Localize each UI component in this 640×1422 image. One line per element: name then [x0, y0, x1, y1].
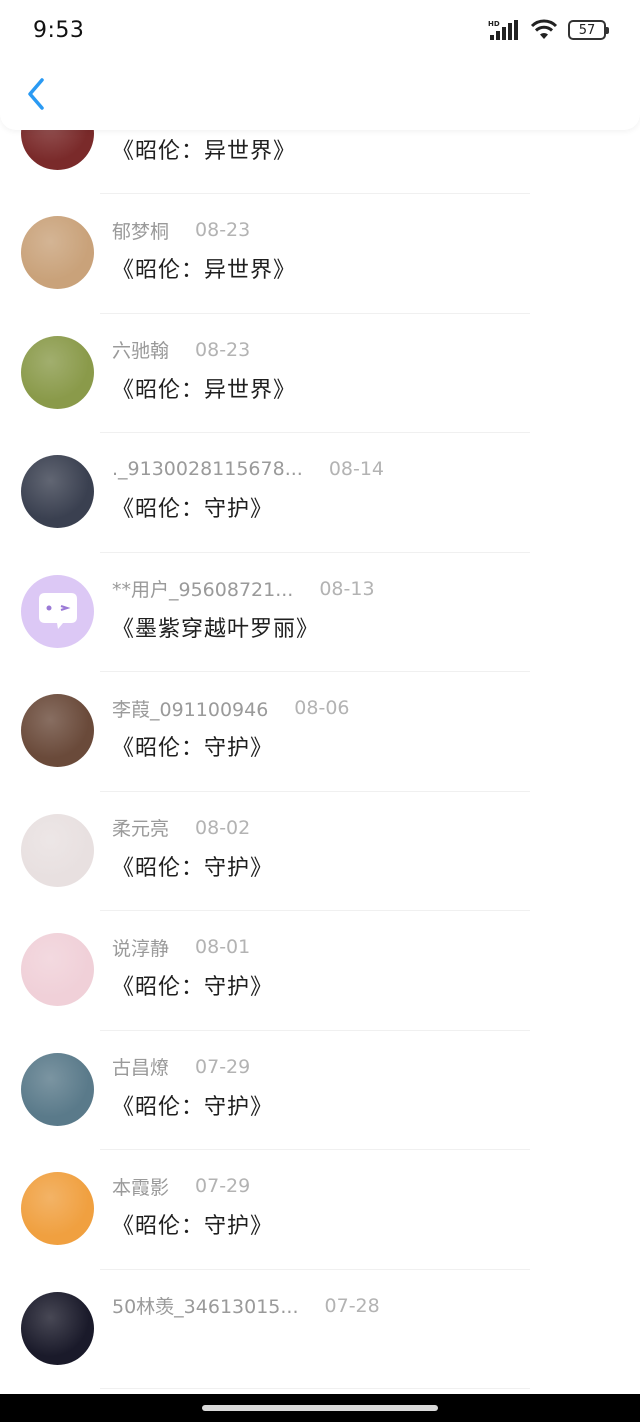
list-item[interactable]: **用户_95608721... 08-13 《墨紫穿越叶罗丽》 [0, 553, 640, 672]
book-title[interactable]: 《昭伦：异世界》 [112, 133, 296, 165]
chevron-left-icon [28, 78, 44, 110]
item-meta: 柔元亮 08-02 [112, 814, 250, 842]
item-meta: 古昌燎 07-29 [112, 1053, 250, 1081]
book-title[interactable]: 《昭伦：异世界》 [112, 372, 296, 404]
home-indicator[interactable] [202, 1405, 438, 1411]
item-meta: 50林羡_34613015... 07-28 [112, 1292, 380, 1320]
avatar[interactable] [21, 216, 94, 289]
user-name[interactable]: 古昌燎 [112, 1053, 169, 1080]
item-date: 07-29 [195, 1055, 251, 1078]
book-title[interactable]: 《昭伦：守护》 [112, 1089, 273, 1121]
network-label: HD [488, 20, 500, 28]
list-item[interactable]: 说淳静 08-01 《昭伦：守护》 [0, 911, 640, 1031]
wifi-icon [530, 19, 558, 39]
list-item[interactable]: 郁梦桐 08-23 《昭伦：异世界》 [0, 194, 640, 314]
divider [100, 1388, 530, 1389]
battery-level: 57 [578, 22, 596, 38]
item-date: 08-06 [294, 697, 350, 719]
item-meta: 李葭_091100946 08-06 [112, 694, 350, 722]
book-title[interactable]: 《昭伦：守护》 [112, 1208, 273, 1240]
user-name[interactable]: 李葭_091100946 [112, 695, 268, 722]
avatar[interactable] [21, 933, 94, 1006]
avatar[interactable] [21, 813, 94, 887]
status-icons: HD 57 [488, 19, 609, 41]
item-date: 08-01 [195, 936, 251, 958]
list-item[interactable]: ._9130028115678... 08-14 《昭伦：守护》 [0, 433, 640, 553]
book-title[interactable]: 《昭伦：守护》 [112, 850, 273, 882]
status-bar: 9:53 HD 57 [0, 0, 640, 60]
item-meta: 本霞影 07-29 [112, 1172, 250, 1200]
book-title[interactable]: 《墨紫穿越叶罗丽》 [112, 611, 319, 643]
avatar[interactable] [21, 1172, 94, 1245]
item-date: 08-13 [319, 577, 375, 600]
item-meta: **用户_95608721... 08-13 [112, 575, 375, 603]
item-date: 08-14 [328, 458, 385, 480]
avatar[interactable] [21, 574, 94, 648]
item-meta: 郁梦桐 08-23 [112, 216, 250, 244]
list-item[interactable]: 50林羡_34613015... 07-28 [0, 1270, 640, 1389]
user-name[interactable]: 郁梦桐 [112, 217, 169, 244]
item-meta: 六驰翰 08-23 [112, 336, 250, 364]
battery-icon: 57 [568, 20, 609, 40]
list-item[interactable]: 古昌燎 07-29 《昭伦：守护》 [0, 1031, 640, 1150]
item-date: 08-02 [195, 816, 251, 839]
avatar[interactable] [21, 335, 94, 409]
signal-icon: HD [488, 20, 518, 40]
book-title[interactable]: 《昭伦：守护》 [112, 969, 273, 1001]
user-name[interactable]: 说淳静 [112, 934, 169, 961]
user-name[interactable]: 本霞影 [112, 1173, 169, 1200]
book-title[interactable]: 《昭伦：异世界》 [112, 252, 296, 284]
list-item[interactable]: 六驰翰 08-23 《昭伦：异世界》 [0, 314, 640, 433]
avatar[interactable] [21, 694, 94, 767]
user-name[interactable]: ._9130028115678... [112, 458, 303, 480]
chat-bubble-icon [39, 592, 77, 629]
status-time: 9:53 [33, 17, 85, 43]
item-meta: ._9130028115678... 08-14 [112, 455, 384, 483]
reader-list: 《昭伦：异世界》邸元彤08-23《昭伦：异世界》郁梦桐08-23《昭伦：异世界》… [0, 0, 640, 1389]
user-name[interactable]: **用户_95608721... [112, 575, 293, 602]
user-name[interactable]: 柔元亮 [112, 814, 169, 841]
user-name[interactable]: 50林羡_34613015... [112, 1292, 299, 1319]
book-title[interactable]: 《昭伦：守护》 [112, 730, 273, 762]
avatar[interactable] [21, 455, 94, 528]
book-title[interactable]: 《昭伦：守护》 [112, 491, 273, 523]
back-button[interactable] [18, 74, 54, 114]
item-date: 08-23 [195, 219, 251, 241]
item-meta: 说淳静 08-01 [112, 933, 250, 961]
avatar[interactable] [21, 1291, 94, 1365]
list-item[interactable]: 本霞影 07-29 《昭伦：守护》 [0, 1150, 640, 1270]
header [0, 60, 640, 130]
screen: 9:53 HD 57 《昭伦：异世界》 郁梦桐 08-23 《昭伦：异世界》 六… [0, 0, 640, 1422]
item-date: 08-23 [195, 338, 251, 361]
list-item[interactable]: 柔元亮 08-02 《昭伦：守护》 [0, 792, 640, 911]
avatar[interactable] [21, 1052, 94, 1126]
list-item[interactable]: 李葭_091100946 08-06 《昭伦：守护》 [0, 672, 640, 792]
item-date: 07-28 [324, 1294, 380, 1317]
user-name[interactable]: 六驰翰 [112, 336, 169, 363]
item-date: 07-29 [195, 1175, 251, 1197]
gesture-nav-bar [0, 1394, 640, 1422]
